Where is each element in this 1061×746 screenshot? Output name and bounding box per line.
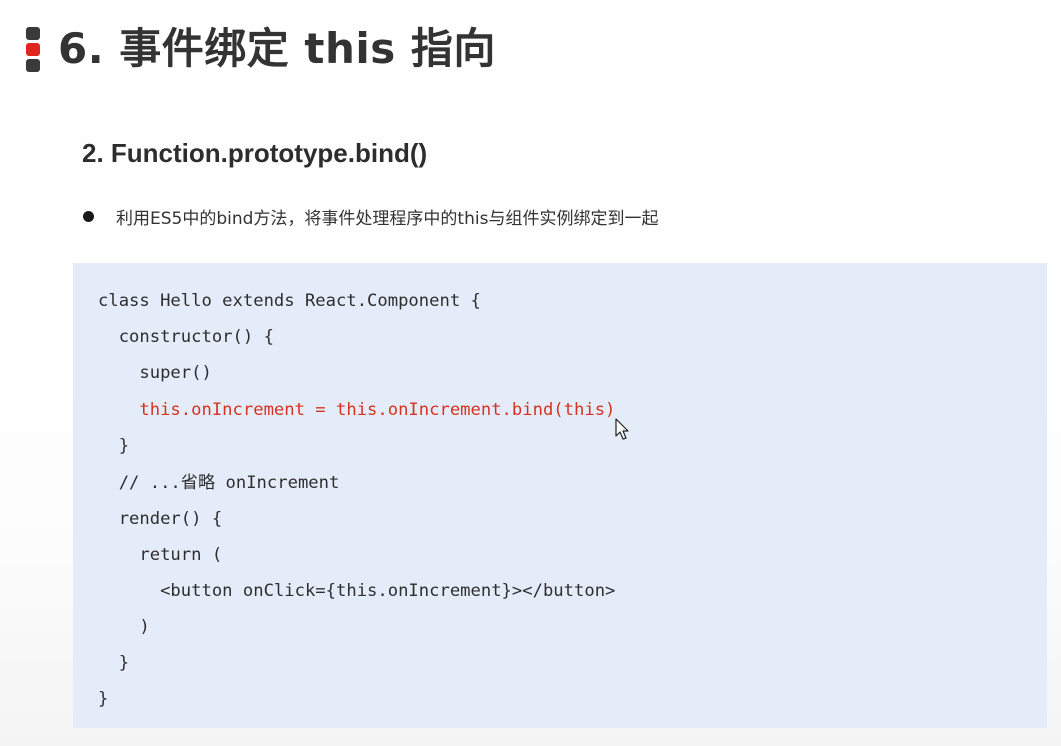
code-line: } <box>98 689 109 709</box>
slide: 6. 事件绑定 this 指向 2. Function.prototype.bi… <box>0 0 1061 746</box>
code-block: class Hello extends React.Component { co… <box>73 263 1047 728</box>
code-line: render() { <box>98 509 223 529</box>
code-line: } <box>98 653 130 673</box>
page-title: 6. 事件绑定 this 指向 <box>58 24 496 73</box>
code-line-comment: // ...省略 onIncrement <box>98 473 340 493</box>
code-line: return ( <box>98 545 223 565</box>
code-line: } <box>98 436 130 456</box>
bullet-text: 利用ES5中的bind方法，将事件处理程序中的this与组件实例绑定到一起 <box>116 208 659 229</box>
code-line-highlighted: this.onIncrement = this.onIncrement.bind… <box>98 400 616 420</box>
code-line: class Hello extends React.Component { <box>98 291 481 311</box>
mouse-pointer-icon <box>615 418 629 440</box>
code-line: super() <box>98 363 212 383</box>
bullet-dot-icon <box>83 210 94 222</box>
code-line: <button onClick={this.onIncrement}></but… <box>98 581 616 601</box>
marker-block-middle <box>26 43 40 56</box>
marker-block-bottom <box>26 59 40 72</box>
code-line: ) <box>98 617 150 637</box>
section-heading: 2. Function.prototype.bind() <box>82 138 428 168</box>
bullet-item: 利用ES5中的bind方法，将事件处理程序中的this与组件实例绑定到一起 <box>82 201 658 231</box>
title-marker-icon <box>26 27 40 73</box>
code-line: constructor() { <box>98 327 274 347</box>
marker-block-top <box>26 27 40 40</box>
